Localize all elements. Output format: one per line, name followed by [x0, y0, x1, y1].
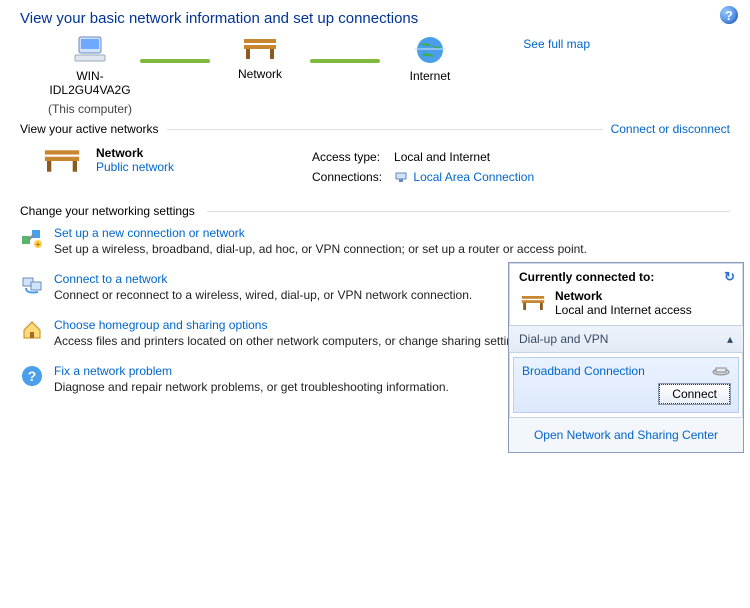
connect-network-icon: [20, 272, 44, 296]
svg-text:+: +: [36, 240, 41, 249]
help-icon: ?: [20, 364, 44, 388]
svg-text:?: ?: [28, 368, 37, 384]
access-type-value: Local and Internet: [394, 148, 544, 166]
task-desc: Set up a wireless, broadband, dial-up, a…: [54, 242, 587, 256]
computer-icon: [73, 35, 107, 65]
connect-button[interactable]: Connect: [659, 384, 730, 404]
divider: [207, 211, 730, 212]
chevron-up-icon: ▴: [727, 332, 733, 346]
task-title[interactable]: Choose homegroup and sharing options: [54, 318, 267, 332]
task-desc: Access files and printers located on oth…: [54, 334, 529, 348]
task-title[interactable]: Fix a network problem: [54, 364, 172, 378]
refresh-icon[interactable]: ↻: [724, 269, 735, 285]
flyout-section-dialup[interactable]: Dial-up and VPN ▴: [509, 325, 743, 353]
active-networks-label: View your active networks: [20, 122, 159, 136]
network-name: Network: [96, 146, 174, 160]
flyout-section-label: Dial-up and VPN: [519, 332, 608, 346]
bench-icon: [40, 146, 84, 176]
task-title[interactable]: Connect to a network: [54, 272, 167, 286]
task-desc: Connect or reconnect to a wireless, wire…: [54, 288, 472, 302]
map-label: WIN-IDL2GU4VA2G: [40, 69, 140, 98]
open-network-center-link[interactable]: Open Network and Sharing Center: [534, 428, 718, 442]
modem-icon: [712, 365, 730, 377]
bench-icon: [519, 293, 547, 313]
flyout-current-network[interactable]: Network Local and Internet access: [509, 289, 743, 325]
change-settings-label: Change your networking settings: [20, 204, 195, 218]
globe-icon: [415, 35, 445, 65]
map-connector: [310, 59, 380, 63]
network-flyout: Currently connected to: ↻ Network Local …: [508, 262, 744, 453]
map-label: Network: [238, 67, 282, 81]
network-map: See full map WIN-IDL2GU4VA2G (This compu…: [0, 35, 750, 116]
map-node-internet: Internet: [380, 35, 480, 83]
setup-connection-icon: +: [20, 226, 44, 250]
lan-icon: [394, 170, 408, 184]
page-title: View your basic network information and …: [0, 0, 750, 35]
task-desc: Diagnose and repair network problems, or…: [54, 380, 449, 394]
task-title[interactable]: Set up a new connection or network: [54, 226, 245, 240]
connection-link[interactable]: Local Area Connection: [413, 170, 534, 184]
flyout-net-access: Local and Internet access: [555, 303, 692, 317]
see-full-map-link[interactable]: See full map: [523, 37, 590, 51]
bench-icon: [240, 35, 280, 63]
map-node-network: Network: [210, 35, 310, 81]
map-node-computer: WIN-IDL2GU4VA2G (This computer): [40, 35, 140, 116]
flyout-net-name: Network: [555, 289, 692, 303]
homegroup-icon: [20, 318, 44, 342]
flyout-item-label[interactable]: Broadband Connection: [522, 364, 645, 378]
help-icon[interactable]: ?: [720, 6, 740, 26]
map-label: Internet: [410, 69, 451, 83]
map-connector: [140, 59, 210, 63]
connect-disconnect-link[interactable]: Connect or disconnect: [611, 122, 730, 136]
active-network-item: Network Public network: [40, 146, 290, 176]
task-setup-connection[interactable]: + Set up a new connection or network Set…: [20, 218, 730, 264]
flyout-item-broadband[interactable]: Broadband Connection Connect: [513, 357, 739, 413]
network-category-link[interactable]: Public network: [96, 160, 174, 174]
connections-label: Connections:: [312, 168, 392, 186]
flyout-heading: Currently connected to:: [519, 270, 654, 284]
access-type-label: Access type:: [312, 148, 392, 166]
map-sublabel: (This computer): [48, 102, 132, 116]
divider: [167, 129, 603, 130]
